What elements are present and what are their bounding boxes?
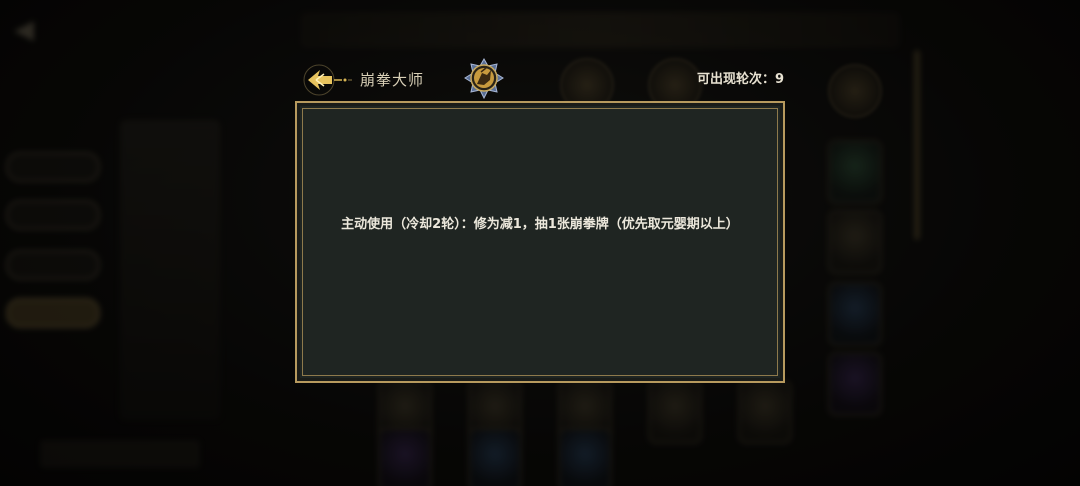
- appearance-rounds: 可出现轮次：9: [697, 71, 784, 89]
- golden-arrow-back-icon: [303, 64, 352, 96]
- rounds-value: 9: [775, 72, 785, 87]
- game-screen: ◀ 崩拳大师 可出现轮次：9 主动使用（冷却2轮）：修为减1，抽1张崩拳牌（优先…: [0, 0, 1080, 486]
- card-title: 崩拳大师: [360, 71, 425, 89]
- back-button[interactable]: [302, 62, 352, 98]
- card-emblem: [464, 57, 504, 102]
- fist-master-emblem-icon: [464, 57, 504, 100]
- card-description-dialog: 主动使用（冷却2轮）：修为减1，抽1张崩拳牌（优先取元婴期以上）: [295, 101, 785, 383]
- dialog-body: 主动使用（冷却2轮）：修为减1，抽1张崩拳牌（优先取元婴期以上）: [297, 103, 783, 381]
- card-description: 主动使用（冷却2轮）：修为减1，抽1张崩拳牌（优先取元婴期以上）: [341, 216, 739, 232]
- rounds-label: 可出现轮次：: [697, 72, 776, 87]
